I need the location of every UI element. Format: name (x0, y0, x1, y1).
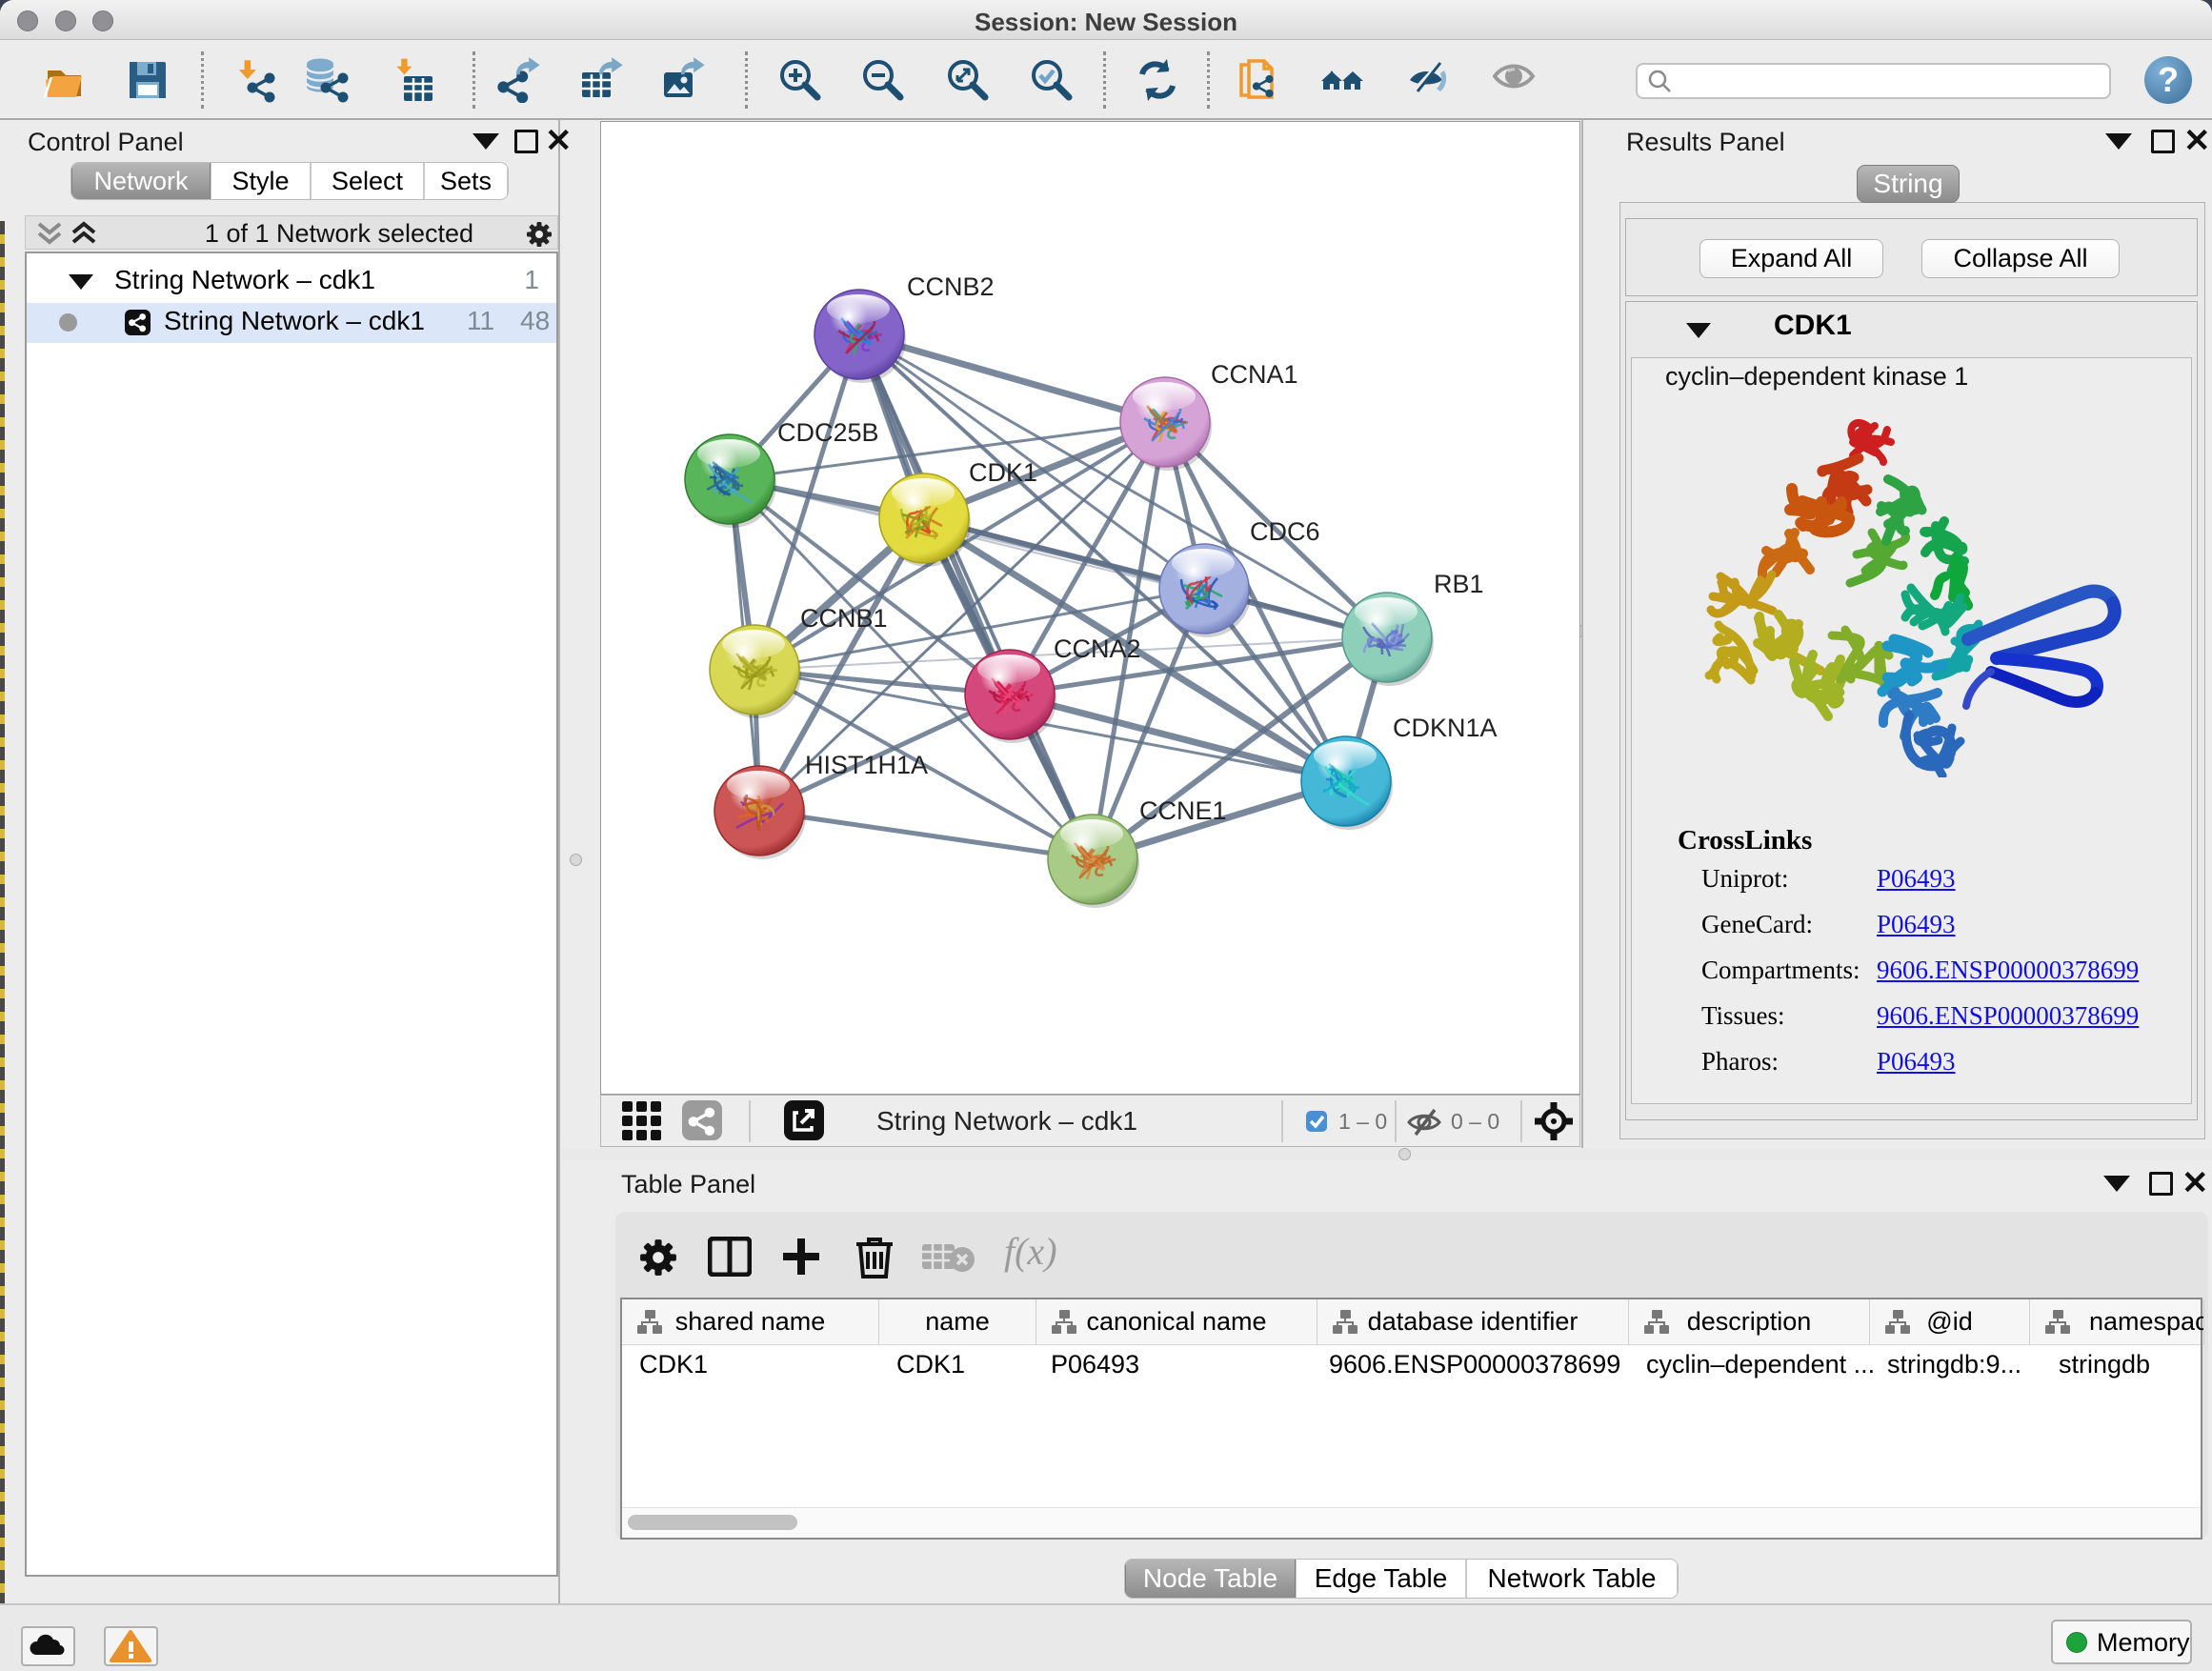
svg-text:HIST1H1A: HIST1H1A (805, 751, 928, 779)
svg-text:CCNB1: CCNB1 (800, 604, 888, 633)
svg-text:RB1: RB1 (1434, 570, 1484, 598)
svg-text:CDKN1A: CDKN1A (1393, 714, 1498, 742)
svg-text:CDC6: CDC6 (1250, 517, 1320, 546)
svg-text:CCNA2: CCNA2 (1054, 634, 1141, 663)
svg-text:CCNB2: CCNB2 (907, 272, 995, 301)
svg-text:CCNE1: CCNE1 (1139, 796, 1227, 825)
svg-text:CCNA1: CCNA1 (1211, 360, 1298, 389)
svg-text:CDC25B: CDC25B (777, 418, 879, 447)
svg-text:CDK1: CDK1 (969, 458, 1037, 487)
